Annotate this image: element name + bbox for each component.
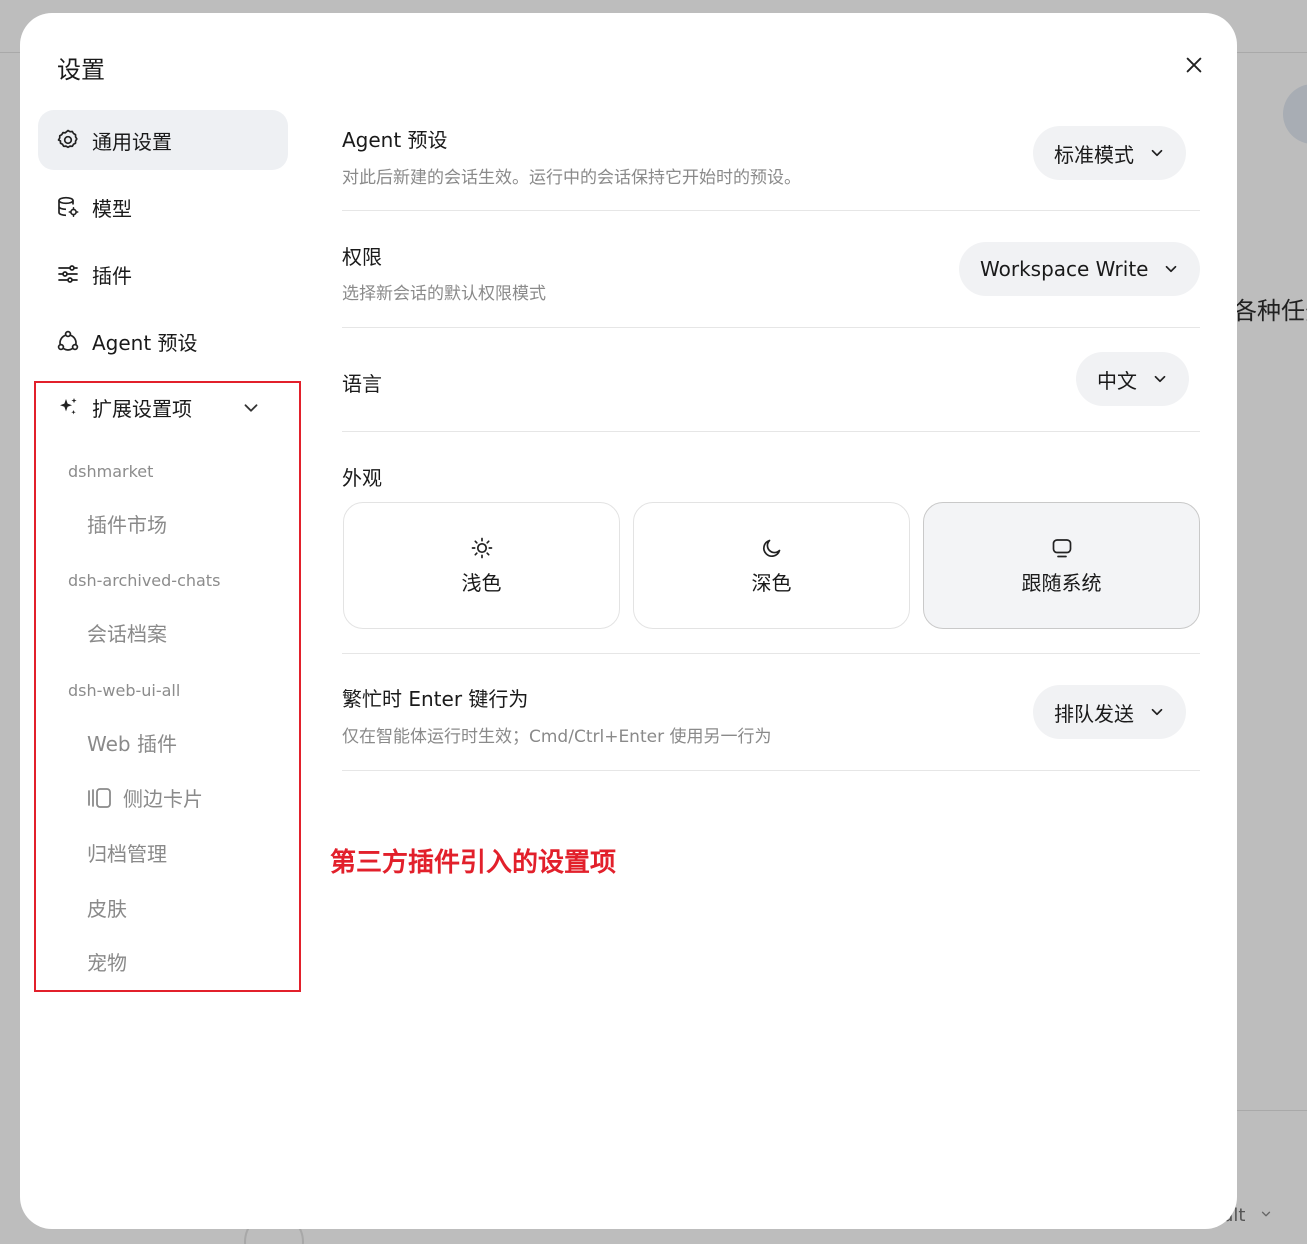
theme-light-option[interactable]: 浅色 <box>343 502 620 629</box>
busy-enter-description: 仅在智能体运行时生效；Cmd/Ctrl+Enter 使用另一行为 <box>342 727 772 747</box>
permission-description: 选择新会话的默认权限模式 <box>342 284 546 304</box>
chevron-down-icon <box>1154 375 1166 383</box>
select-value: Workspace Write <box>980 257 1149 281</box>
sun-icon <box>469 535 495 561</box>
sidebar-item-label: 模型 <box>92 196 132 221</box>
settings-dialog: 设置 通用设置 模型 插件 Agent 预设 扩展设置项 dshmarket 插… <box>20 13 1237 1229</box>
select-value: 中文 <box>1097 368 1137 393</box>
permission-select[interactable]: Workspace Write <box>959 242 1201 296</box>
theme-label: 浅色 <box>461 571 502 595</box>
language-select[interactable]: 中文 <box>1076 352 1189 406</box>
theme-system-option[interactable]: 跟随系统 <box>923 502 1200 629</box>
theme-label: 深色 <box>751 571 792 595</box>
close-icon <box>1186 57 1202 73</box>
select-value: 排队发送 <box>1054 701 1134 726</box>
chevron-down-icon <box>1151 149 1163 157</box>
background-text: 各种任务 <box>1233 297 1307 325</box>
annotation-box <box>34 381 301 992</box>
divider <box>342 653 1200 654</box>
database-icon <box>56 195 80 219</box>
divider <box>342 770 1200 771</box>
sidebar-item-label: 插件 <box>92 263 132 288</box>
divider <box>342 327 1200 328</box>
sidebar-item-general[interactable]: 通用设置 <box>38 110 288 170</box>
agent-preset-select[interactable]: 标准模式 <box>1033 126 1186 180</box>
busy-enter-title: 繁忙时 Enter 键行为 <box>342 687 529 711</box>
dialog-title: 设置 <box>57 56 105 84</box>
divider <box>342 210 1200 211</box>
sidebar-item-agent-preset[interactable]: Agent 预设 <box>38 311 288 371</box>
agent-preset-title: Agent 预设 <box>342 128 448 152</box>
sidebar-item-models[interactable]: 模型 <box>38 177 288 237</box>
sidebar-item-label: 通用设置 <box>92 129 172 154</box>
permission-title: 权限 <box>342 245 382 269</box>
agent-preset-description: 对此后新建的会话生效。运行中的会话保持它开始时的预设。 <box>342 168 801 188</box>
moon-icon <box>759 535 785 561</box>
select-value: 标准模式 <box>1054 142 1134 167</box>
agent-icon <box>56 329 80 353</box>
theme-label: 跟随系统 <box>1021 571 1102 595</box>
monitor-icon <box>1049 535 1075 561</box>
chevron-down-icon <box>1151 708 1163 716</box>
busy-enter-select[interactable]: 排队发送 <box>1033 685 1186 739</box>
chevron-down-icon <box>1166 265 1177 273</box>
background-avatar <box>1283 84 1307 144</box>
appearance-title: 外观 <box>342 466 382 490</box>
theme-dark-option[interactable]: 深色 <box>633 502 910 629</box>
chevron-down-icon <box>1262 1211 1271 1217</box>
language-title: 语言 <box>342 372 382 396</box>
close-button[interactable] <box>1176 47 1212 83</box>
annotation-label: 第三方插件引入的设置项 <box>330 848 617 878</box>
sliders-icon <box>56 262 80 286</box>
sidebar-item-plugins[interactable]: 插件 <box>38 244 288 304</box>
gear-icon <box>56 128 80 152</box>
sidebar-item-label: Agent 预设 <box>92 330 198 355</box>
divider <box>342 431 1200 432</box>
